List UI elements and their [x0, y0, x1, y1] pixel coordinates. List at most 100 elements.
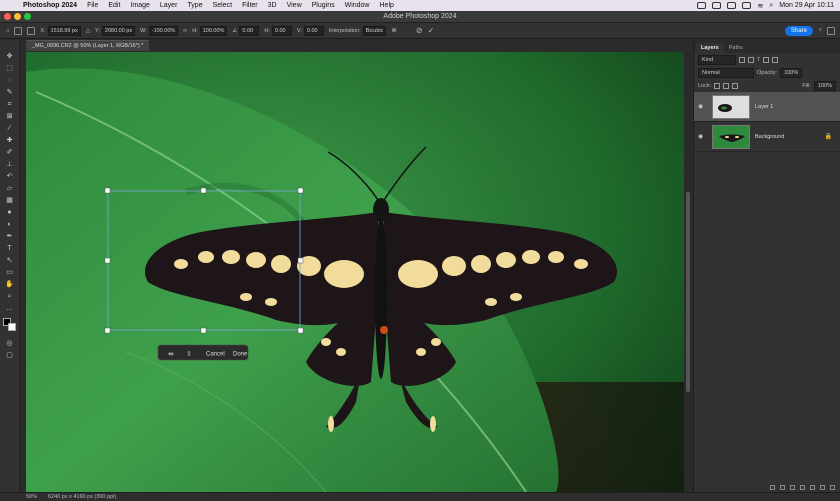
transform-handle[interactable] [104, 257, 111, 264]
transform-handle[interactable] [297, 257, 304, 264]
minimize-window-button[interactable] [14, 13, 21, 20]
menu-help[interactable]: Help [375, 2, 399, 9]
blend-mode-select[interactable]: Normal [698, 67, 754, 78]
width-field[interactable]: -100.00% [148, 25, 179, 36]
quick-select-icon[interactable]: ✎ [4, 88, 16, 97]
interpolation-select[interactable]: Bicubic [362, 25, 387, 36]
background-color[interactable] [7, 323, 16, 331]
quick-mask-icon[interactable]: ◎ [4, 339, 16, 348]
menu-image[interactable]: Image [125, 2, 154, 9]
type-icon[interactable]: T [4, 244, 16, 253]
zoom-icon[interactable]: ⌕ [4, 292, 16, 301]
clock[interactable]: Mon 29 Apr 10:11 [779, 2, 834, 9]
commit-transform-icon[interactable]: ✓ [428, 26, 435, 35]
share-button[interactable]: Share [784, 25, 813, 36]
layer-kind-search[interactable]: Kind [698, 54, 736, 65]
height-field[interactable]: 100.00% [199, 25, 228, 36]
document-tab[interactable]: _MG_0936.CR2 @ 50% (Layer 1, RGB/16*) * [26, 40, 150, 51]
reference-point-icon[interactable] [27, 26, 36, 35]
eyedropper-icon[interactable]: ⁄ [4, 124, 16, 133]
filter-shape-icon[interactable] [763, 56, 770, 63]
marquee-icon[interactable]: ⬚ [4, 64, 16, 73]
add-mask-icon[interactable] [790, 485, 795, 490]
blur-icon[interactable]: ● [4, 208, 16, 217]
home-icon[interactable]: ⌂ [6, 28, 9, 34]
stamp-icon[interactable]: ⊥ [4, 160, 16, 169]
new-layer-icon[interactable] [820, 485, 825, 490]
warp-icon[interactable]: ⌘ [391, 28, 397, 34]
menu-select[interactable]: Select [208, 2, 237, 9]
lock-all-icon[interactable] [732, 82, 739, 89]
cancel-button[interactable]: Cancel [206, 352, 225, 358]
menu-filter[interactable]: Filter [237, 2, 263, 9]
transform-tool-icon[interactable] [14, 26, 23, 35]
document-info[interactable]: 6240 px x 4160 px (300 ppi) [48, 494, 116, 500]
lock-position-icon[interactable] [723, 82, 730, 89]
menu-type[interactable]: Type [182, 2, 207, 9]
document-canvas[interactable]: ⇹ ⇳ Cancel Done [26, 52, 684, 492]
group-icon[interactable] [810, 485, 815, 490]
frame-icon[interactable]: ⊠ [4, 112, 16, 121]
canvas-scrollbar[interactable] [685, 52, 691, 492]
transform-handle[interactable] [297, 327, 304, 334]
fill-field[interactable]: 100% [813, 80, 836, 91]
status-icon[interactable] [697, 2, 707, 9]
transform-handle[interactable] [297, 187, 304, 194]
cancel-transform-icon[interactable]: ⊘ [416, 26, 423, 35]
menu-view[interactable]: View [282, 2, 307, 9]
menu-window[interactable]: Window [340, 2, 375, 9]
layer-row-layer-1[interactable]: ◉ Layer 1 [694, 92, 840, 122]
menu-3d[interactable]: 3D [263, 2, 282, 9]
trash-icon[interactable] [830, 485, 835, 490]
link-layers-icon[interactable] [770, 485, 775, 490]
search-icon[interactable]: ⌕ [769, 2, 773, 10]
transform-handle[interactable] [200, 187, 207, 194]
workspace-icon[interactable] [827, 26, 835, 35]
eraser-icon[interactable]: ▱ [4, 184, 16, 193]
adjustment-layer-icon[interactable] [800, 485, 805, 490]
more-icon[interactable]: … [4, 304, 16, 313]
y-field[interactable]: 2080.00 px [101, 25, 136, 36]
transform-handle[interactable] [104, 327, 111, 334]
h-skew-field[interactable]: 0.00 [271, 25, 292, 36]
photo-canvas[interactable]: ⇹ ⇳ Cancel Done [26, 52, 684, 492]
brush-icon[interactable]: ✐ [4, 148, 16, 157]
flip-vertical-icon[interactable]: ⇳ [186, 350, 192, 358]
history-brush-icon[interactable]: ↶ [4, 172, 16, 181]
menu-plugins[interactable]: Plugins [307, 2, 340, 9]
layer-style-icon[interactable] [780, 485, 785, 490]
status-icon[interactable] [712, 2, 722, 9]
zoom-level[interactable]: 50% [26, 494, 48, 500]
menu-edit[interactable]: Edit [103, 2, 125, 9]
zoom-window-button[interactable] [24, 13, 31, 20]
transform-handle[interactable] [200, 327, 207, 334]
layer-row-background[interactable]: ◉ Background 🔒 [694, 122, 840, 152]
close-window-button[interactable] [4, 13, 11, 20]
tab-paths[interactable]: Paths [724, 43, 748, 53]
move-icon[interactable]: ✥ [4, 52, 16, 61]
status-icon[interactable] [727, 2, 737, 9]
battery-icon[interactable] [742, 2, 752, 9]
menu-app-name[interactable]: Photoshop 2024 [18, 2, 82, 9]
menu-file[interactable]: File [82, 2, 103, 9]
angle-field[interactable]: 0.00 [239, 25, 260, 36]
tab-layers[interactable]: Layers [696, 43, 724, 53]
v-skew-field[interactable]: 0.00 [303, 25, 324, 36]
search-icon[interactable]: ⌕ [819, 27, 822, 34]
delta-icon[interactable]: △ [86, 28, 90, 34]
pen-icon[interactable]: ✒ [4, 232, 16, 241]
visibility-eye-icon[interactable]: ◉ [698, 103, 708, 110]
filter-type-icon[interactable]: T [757, 57, 760, 63]
x-field[interactable]: 1518.99 px [47, 25, 81, 36]
lasso-icon[interactable]: ◌ [4, 76, 16, 85]
path-select-icon[interactable]: ↖ [4, 256, 16, 265]
rectangle-icon[interactable]: ▭ [4, 268, 16, 277]
menu-layer[interactable]: Layer [155, 2, 183, 9]
lock-pixels-icon[interactable] [714, 82, 721, 89]
dodge-icon[interactable]: ◐ [4, 220, 16, 229]
healing-icon[interactable]: ✚ [4, 136, 16, 145]
visibility-eye-icon[interactable]: ◉ [698, 133, 708, 140]
filter-pixel-icon[interactable] [739, 56, 745, 63]
flip-horizontal-icon[interactable]: ⇹ [168, 350, 174, 358]
opacity-field[interactable]: 100% [780, 67, 803, 78]
